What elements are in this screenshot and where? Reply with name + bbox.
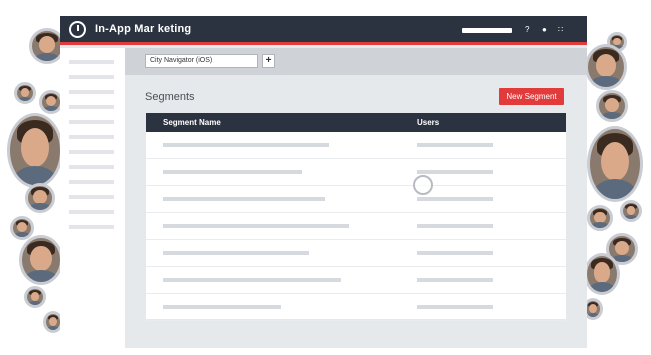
table-row[interactable] [146,267,566,294]
avatar [596,90,628,122]
users-placeholder [417,305,493,309]
sidebar-item[interactable] [69,135,114,139]
app-window: In-App Mar keting ? ● ∷ City Navigator (… [60,16,587,348]
user-icon[interactable]: ● [542,24,547,36]
table-header: Segment Name Users [146,113,566,132]
segment-name-placeholder [163,224,349,228]
sidebar-item[interactable] [69,105,114,109]
new-segment-button[interactable]: New Segment [499,88,564,105]
table-row[interactable] [146,240,566,267]
column-header-segment-name[interactable]: Segment Name [163,113,221,132]
table-row[interactable] [146,294,566,321]
table-row[interactable] [146,213,566,240]
add-app-button[interactable]: + [262,54,275,68]
sidebar-item[interactable] [69,75,114,79]
app-selector-bar: City Navigator (iOS) + [125,48,587,75]
apps-grid-icon[interactable]: ∷ [558,24,563,36]
users-placeholder [417,197,493,201]
users-placeholder [417,143,493,147]
segment-name-placeholder [163,170,302,174]
app-title: In-App Mar keting [95,23,192,35]
search-field[interactable] [462,28,512,33]
top-nav-bar: In-App Mar keting ? ● ∷ [60,16,587,45]
page-title: Segments [145,91,195,103]
logo-icon [69,21,86,38]
main-content: City Navigator (iOS) + Segments New Segm… [125,48,587,348]
segment-name-placeholder [163,305,281,309]
app-select[interactable]: City Navigator (iOS) [145,54,258,68]
sidebar-item[interactable] [69,120,114,124]
table-row[interactable] [146,159,566,186]
marketing-illustration: In-App Mar keting ? ● ∷ City Navigator (… [0,0,651,355]
sidebar-item[interactable] [69,150,114,154]
segment-name-placeholder [163,143,329,147]
segment-name-placeholder [163,251,309,255]
avatar [10,216,34,240]
avatar [587,205,613,231]
avatar [584,253,620,295]
sidebar-item[interactable] [69,195,114,199]
table-row[interactable] [146,132,566,159]
avatar [24,286,46,308]
sidebar-item[interactable] [69,60,114,64]
users-placeholder [417,278,493,282]
table-row[interactable] [146,186,566,213]
segments-table: Segment Name Users [146,113,566,321]
click-indicator [413,175,433,195]
avatar [14,82,36,104]
avatar [587,126,643,202]
column-header-users[interactable]: Users [417,113,439,132]
avatar [585,44,627,90]
sidebar-item[interactable] [69,90,114,94]
users-placeholder [417,170,493,174]
sidebar [60,48,125,348]
sidebar-item[interactable] [69,180,114,184]
sidebar-item[interactable] [69,225,114,229]
segment-name-placeholder [163,197,325,201]
avatar [7,113,63,188]
segment-name-placeholder [163,278,341,282]
avatar [19,235,63,285]
avatar [620,200,642,222]
users-placeholder [417,251,493,255]
avatar [25,183,55,213]
sidebar-item[interactable] [69,165,114,169]
help-icon[interactable]: ? [525,24,529,36]
sidebar-item[interactable] [69,210,114,214]
users-placeholder [417,224,493,228]
